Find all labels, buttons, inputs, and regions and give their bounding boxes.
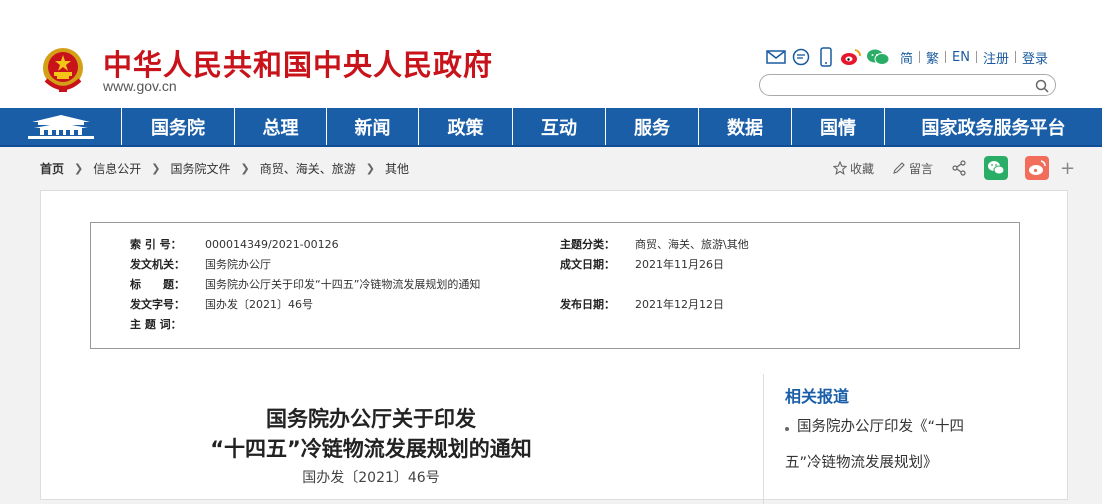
chevron-right-icon: ❯ (74, 161, 84, 175)
favorite-label: 收藏 (850, 161, 875, 176)
nav-item-premier[interactable]: 总理 (234, 108, 326, 145)
header-toolbar: 简 繁 EN 注册 登录 (765, 46, 1054, 68)
site-url[interactable]: www.gov.cn (103, 78, 177, 94)
breadcrumb: 首页 ❯ 信息公开 ❯ 国务院文件 ❯ 商贸、海关、旅游 ❯ 其他 (40, 158, 409, 178)
search-icon[interactable] (1035, 78, 1049, 97)
wechat-icon[interactable] (865, 46, 891, 68)
chevron-right-icon: ❯ (151, 161, 161, 175)
search-input[interactable] (759, 74, 1056, 96)
related-heading: 相关报道 (785, 387, 850, 406)
meta-index: 索 引 号： 000014349/2021-00126 (130, 237, 339, 252)
main-nav: 国务院 总理 新闻 政策 互动 服务 数据 国情 国家政务服务平台 (0, 108, 1102, 147)
nav-item-services[interactable]: 服务 (605, 108, 698, 145)
weibo-icon[interactable] (840, 46, 862, 68)
link-traditional[interactable]: 繁 (920, 48, 945, 67)
link-simplified[interactable]: 简 (894, 48, 919, 67)
comment-button[interactable]: 留言 (892, 160, 933, 177)
nav-item-state-council[interactable]: 国务院 (121, 108, 234, 145)
link-login[interactable]: 登录 (1016, 48, 1054, 67)
mobile-icon[interactable] (815, 46, 837, 68)
message-icon[interactable] (790, 46, 812, 68)
meta-category: 主题分类： 商贸、海关、旅游\其他 (560, 238, 749, 251)
share-weibo-icon[interactable] (1025, 156, 1052, 180)
breadcrumb-home[interactable]: 首页 (40, 160, 64, 177)
article-title-line1: 国务院办公厅关于印发 (266, 407, 476, 431)
breadcrumb-info-disclosure[interactable]: 信息公开 (93, 160, 141, 177)
nav-item-data[interactable]: 数据 (698, 108, 791, 145)
meta-subject: 主 题 词： (130, 318, 182, 331)
related-link[interactable]: 国务院办公厅印发《“十四 (785, 411, 1015, 443)
breadcrumb-state-council-docs[interactable]: 国务院文件 (170, 160, 230, 177)
star-icon (833, 161, 847, 175)
share-toolbar: 收藏 留言 + (833, 156, 1075, 180)
nav-item-national-info[interactable]: 国情 (791, 108, 884, 145)
related-link-cont[interactable]: 五”冷链物流发展规划》 (785, 447, 1015, 479)
comment-label: 留言 (909, 161, 934, 176)
nav-item-news[interactable]: 新闻 (326, 108, 418, 145)
home-gate-icon[interactable] (0, 108, 121, 145)
content-panel: 索 引 号： 000014349/2021-00126 主题分类： 商贸、海关、… (40, 190, 1068, 504)
link-english[interactable]: EN (946, 50, 976, 65)
share-icon[interactable] (951, 160, 970, 176)
site-header: 中华人民共和国中央人民政府 www.gov.cn 简 繁 EN 注册 登录 (0, 0, 1102, 108)
document-metadata-table: 索 引 号： 000014349/2021-00126 主题分类： 商贸、海关、… (90, 222, 1020, 349)
link-register[interactable]: 注册 (977, 48, 1015, 67)
chevron-right-icon: ❯ (240, 161, 250, 175)
article-doc-number: 国办发〔2021〕46号 (302, 470, 440, 486)
chevron-right-icon: ❯ (365, 161, 375, 175)
national-emblem-icon[interactable] (40, 46, 86, 94)
favorite-button[interactable]: 收藏 (833, 160, 874, 177)
nav-item-policy[interactable]: 政策 (418, 108, 512, 145)
pencil-icon (893, 162, 905, 174)
related-divider (763, 374, 764, 504)
article-title-line2: “十四五”冷链物流发展规划的通知 (210, 437, 532, 461)
meta-publish-date: 发布日期： 2021年12月12日 (560, 298, 724, 311)
meta-issuer: 发文机关： 国务院办公厅 (130, 258, 271, 271)
meta-written-date: 成文日期： 2021年11月26日 (560, 258, 724, 271)
more-share-icon[interactable]: + (1060, 158, 1075, 179)
nav-item-interaction[interactable]: 互动 (512, 108, 605, 145)
share-wechat-icon[interactable] (984, 156, 1011, 180)
breadcrumb-commerce[interactable]: 商贸、海关、旅游 (260, 160, 356, 177)
breadcrumb-other[interactable]: 其他 (385, 160, 409, 177)
meta-title: 标 题： 国务院办公厅关于印发“十四五”冷链物流发展规划的通知 (130, 278, 481, 291)
nav-item-gov-service-platform[interactable]: 国家政务服务平台 (884, 108, 1102, 145)
meta-doc-number: 发文字号： 国办发〔2021〕46号 (130, 298, 313, 311)
mail-icon[interactable] (765, 46, 787, 68)
